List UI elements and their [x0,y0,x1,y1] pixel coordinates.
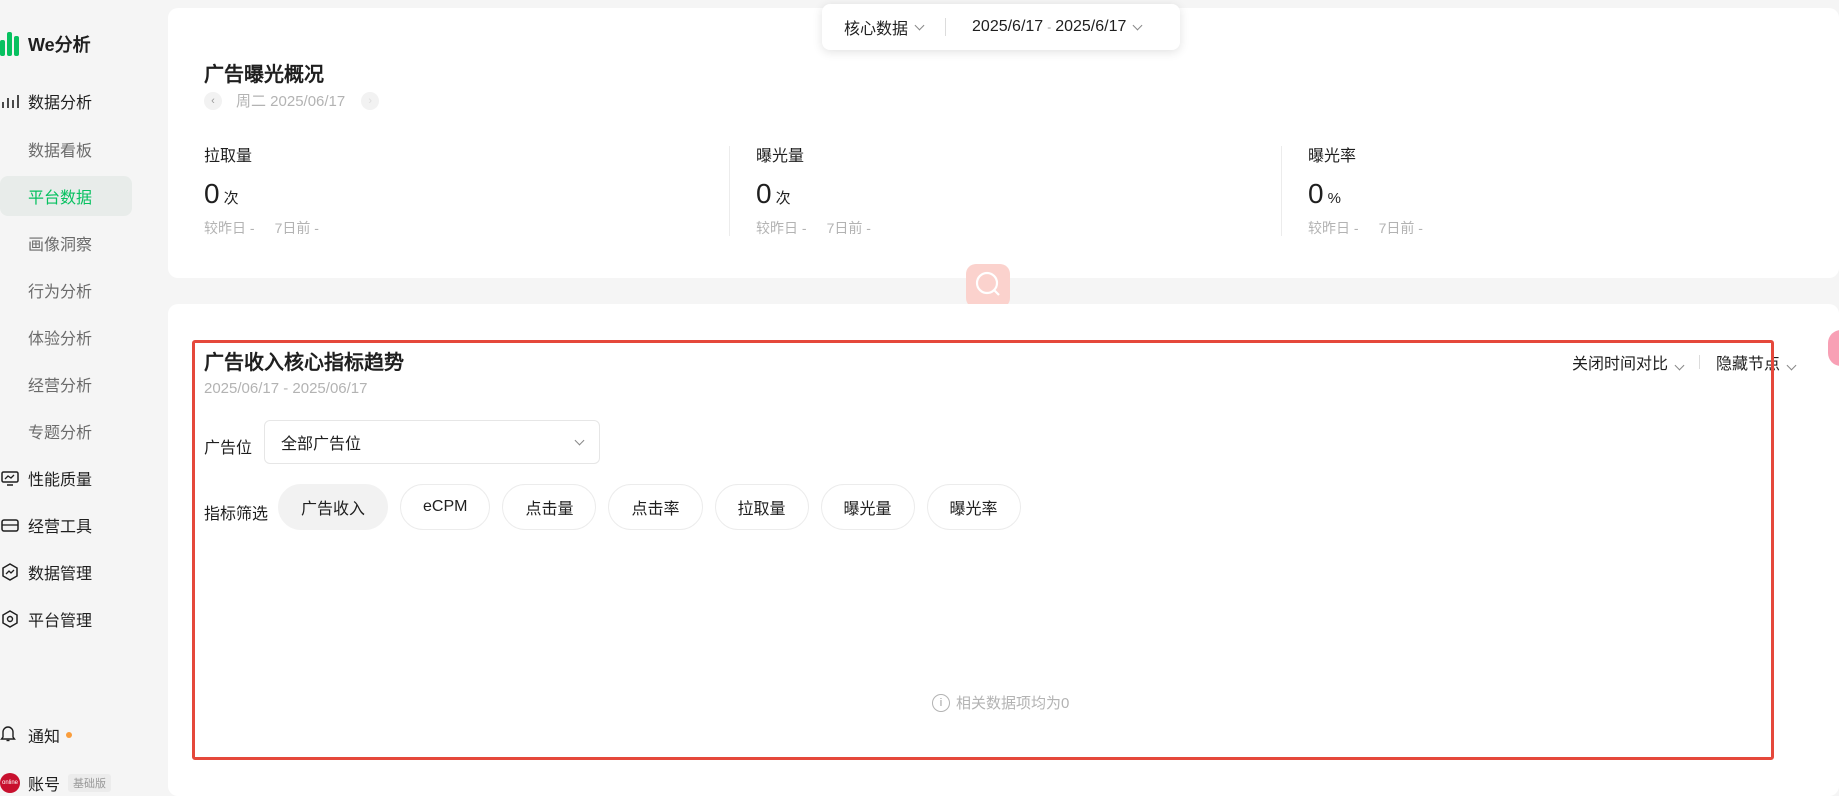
toolbox-icon [0,515,20,535]
floating-search-button[interactable] [966,264,1010,308]
metric-filter-chips: 广告收入 eCPM 点击量 点击率 拉取量 曝光量 曝光率 [278,484,1033,530]
sidebar-item-topics[interactable]: 专题分析 [0,411,132,451]
sidebar-group-performance[interactable]: 性能质量 [0,460,92,496]
metric-label: 拉取量 [204,148,253,165]
trend-date-range: 2025/06/17 - 2025/06/17 [204,380,368,397]
data-category-dropdown[interactable]: 核心数据 [844,15,925,39]
metric-value: 0次 [756,178,791,209]
next-day-icon[interactable]: › [361,91,380,110]
metric-divider [729,146,730,236]
sidebar-group-data-management[interactable]: 数据管理 [0,554,92,590]
sidebar: We分析 数据分析 数据看板 平台数据 画像洞察 行为分析 体验分析 经营分析 … [0,0,168,796]
prev-day-icon[interactable]: ‹ [204,91,222,110]
date-range-picker[interactable]: 2025/6/17 - 2025/6/17 [972,18,1143,36]
sidebar-item-behavior[interactable]: 行为分析 [0,270,132,310]
sidebar-group-data-analysis[interactable]: 数据分析 [0,83,92,119]
date-separator: - [1047,20,1052,34]
sidebar-item-experience[interactable]: 体验分析 [0,317,132,357]
date-navigator: ‹ 周二 2025/06/17 › [204,90,380,111]
metric-value: 0% [1308,178,1341,209]
sidebar-group-label: 数据管理 [28,566,93,583]
chip-exposure-rate[interactable]: 曝光率 [926,484,1021,530]
monitor-icon [0,468,20,488]
top-filter-bar: 核心数据 2025/6/17 - 2025/6/17 [822,4,1180,50]
search-icon [974,270,1002,303]
sidebar-group-label: 数据分析 [28,95,93,112]
sidebar-item-label: 行为分析 [28,284,93,301]
chevron-down-icon [1674,360,1685,371]
current-date-label: 周二 2025/06/17 [236,93,346,110]
compare-toggle-dropdown[interactable]: 关闭时间对比 [1572,350,1685,374]
sidebar-item-label: 体验分析 [28,331,93,348]
ad-position-value: 全部广告位 [281,436,362,453]
notifications-label: 通知 [28,729,61,746]
sidebar-group-tools[interactable]: 经营工具 [0,507,92,543]
bell-icon [0,724,20,747]
ad-position-label: 广告位 [204,440,253,457]
chevron-down-icon [1786,360,1797,371]
sidebar-item-label: 经营分析 [28,378,93,395]
data-category-value: 核心数据 [844,21,909,38]
sidebar-item-label: 画像洞察 [28,237,93,254]
sidebar-group-label: 性能质量 [28,472,93,489]
chip-ctr[interactable]: 点击率 [608,484,703,530]
sidebar-item-dashboard[interactable]: 数据看板 [0,129,132,169]
metric-pull-count: 拉取量 0次 较昨日 -7日前 - [204,142,724,238]
notification-dot [66,732,73,738]
metric-label: 曝光量 [756,148,805,165]
metric-comparison: 较昨日 -7日前 - [756,220,871,236]
chip-ad-revenue[interactable]: 广告收入 [278,484,389,530]
metric-exposure-count: 曝光量 0次 较昨日 -7日前 - [756,142,1276,238]
sidebar-item-label: 数据看板 [28,143,93,160]
ad-revenue-trend-card: 广告收入核心指标趋势 2025/06/17 - 2025/06/17 关闭时间对… [168,304,1839,796]
account-button[interactable]: online 账号 基础版 [0,768,112,796]
sidebar-item-persona[interactable]: 画像洞察 [0,223,132,263]
metric-value: 0次 [204,178,239,209]
date-end: 2025/6/17 [1055,18,1127,35]
trend-tools: 关闭时间对比 隐藏节点 [1572,350,1797,374]
trend-icon [0,562,20,582]
chip-pull-count[interactable]: 拉取量 [714,484,809,530]
floating-assistant-handle[interactable] [1828,330,1839,366]
chip-exposure-count[interactable]: 曝光量 [820,484,915,530]
node-toggle-dropdown[interactable]: 隐藏节点 [1716,350,1797,374]
sidebar-group-platform-management[interactable]: 平台管理 [0,601,92,637]
sidebar-item-platform-data[interactable]: 平台数据 [0,176,132,216]
chevron-down-icon [914,20,925,30]
metric-label: 曝光率 [1308,148,1357,165]
we-logo-icon [0,32,20,56]
chip-ecpm[interactable]: eCPM [400,484,491,530]
sidebar-group-label: 平台管理 [28,613,93,630]
app-name: We分析 [28,35,91,55]
account-label: 账号 [28,777,61,794]
notifications-button[interactable]: 通知 [0,720,73,750]
avatar: online [0,773,20,793]
date-start: 2025/6/17 [972,18,1044,35]
plan-badge: 基础版 [68,774,112,792]
empty-state-text: 相关数据项均为0 [956,695,1070,712]
metric-comparison: 较昨日 -7日前 - [1308,220,1423,236]
divider [945,18,947,36]
metric-exposure-rate: 曝光率 0% 较昨日 -7日前 - [1308,142,1828,238]
app-logo[interactable]: We分析 [0,30,91,58]
sidebar-item-label: 平台数据 [28,190,93,207]
divider [1699,355,1701,369]
chevron-down-icon [574,435,585,445]
hexagon-gear-icon [0,609,20,629]
overview-title: 广告曝光概况 [204,64,324,86]
chip-clicks[interactable]: 点击量 [502,484,597,530]
empty-state: i 相关数据项均为0 [932,692,1069,713]
chevron-down-icon [1132,20,1143,30]
sidebar-group-label: 经营工具 [28,519,93,536]
metric-divider [1281,146,1282,236]
sidebar-item-label: 专题分析 [28,425,93,442]
ad-position-select[interactable]: 全部广告位 [264,420,600,464]
bar-chart-icon [0,91,20,111]
trend-title: 广告收入核心指标趋势 [204,352,404,374]
sidebar-item-business[interactable]: 经营分析 [0,364,132,404]
metric-comparison: 较昨日 -7日前 - [204,220,319,236]
metric-filter-label: 指标筛选 [204,506,269,523]
info-icon: i [932,693,950,712]
